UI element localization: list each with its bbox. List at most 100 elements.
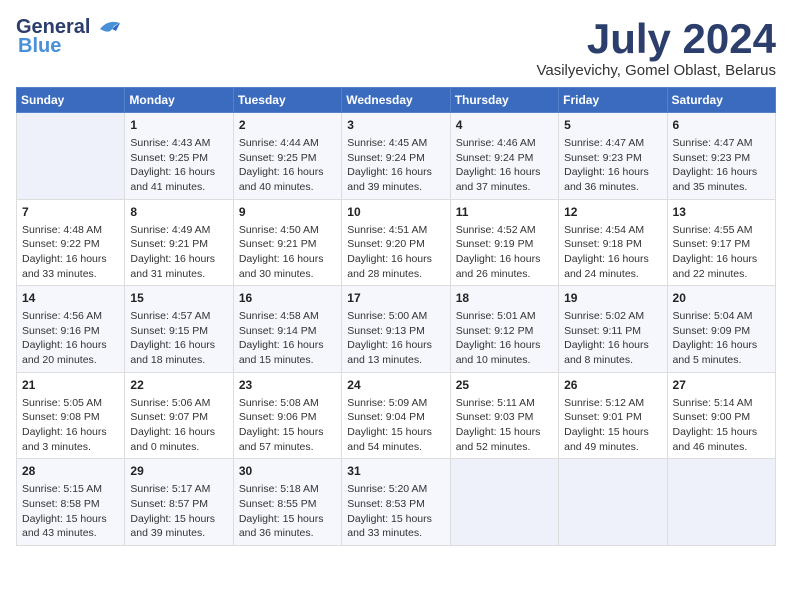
day-number: 15 [130,290,227,307]
calendar-cell: 24 Sunrise: 5:09 AM Sunset: 9:04 PM Dayli… [342,372,450,459]
day-info: Sunrise: 4:44 AM Sunset: 9:25 PM Dayligh… [239,136,336,195]
day-number: 20 [673,290,770,307]
day-number: 3 [347,117,444,134]
day-info: Sunrise: 5:18 AM Sunset: 8:55 PM Dayligh… [239,482,336,541]
calendar-cell: 8Sunrise: 4:49 AM Sunset: 9:21 PM Daylig… [125,199,233,286]
calendar-week-row: 21 Sunrise: 5:05 AM Sunset: 9:08 PM Dayli… [17,372,776,459]
calendar-cell: 10 Sunrise: 4:51 AM Sunset: 9:20 PM Dayli… [342,199,450,286]
calendar-cell: 13 Sunrise: 4:55 AM Sunset: 9:17 PM Dayli… [667,199,775,286]
day-number: 13 [673,204,770,221]
calendar-cell: 3 Sunrise: 4:45 AM Sunset: 9:24 PM Daylig… [342,113,450,200]
weekday-header-friday: Friday [559,88,667,113]
weekday-header-thursday: Thursday [450,88,558,113]
day-info: Sunrise: 4:49 AM Sunset: 9:21 PM Dayligh… [130,223,227,282]
calendar-cell: 4 Sunrise: 4:46 AM Sunset: 9:24 PM Daylig… [450,113,558,200]
day-number: 4 [456,117,553,134]
day-number: 28 [22,463,119,480]
day-number: 21 [22,377,119,394]
day-number: 17 [347,290,444,307]
calendar-cell: 25Sunrise: 5:11 AM Sunset: 9:03 PM Dayli… [450,372,558,459]
day-info: Sunrise: 4:56 AM Sunset: 9:16 PM Dayligh… [22,309,119,368]
day-number: 11 [456,204,553,221]
day-number: 26 [564,377,661,394]
day-number: 31 [347,463,444,480]
calendar-cell: 6 Sunrise: 4:47 AM Sunset: 9:23 PM Daylig… [667,113,775,200]
day-info: Sunrise: 4:51 AM Sunset: 9:20 PM Dayligh… [347,223,444,282]
calendar-week-row: 7Sunrise: 4:48 AM Sunset: 9:22 PM Daylig… [17,199,776,286]
day-number: 19 [564,290,661,307]
day-number: 10 [347,204,444,221]
weekday-header-monday: Monday [125,88,233,113]
day-info: Sunrise: 5:02 AM Sunset: 9:11 PM Dayligh… [564,309,661,368]
calendar-cell: 26 Sunrise: 5:12 AM Sunset: 9:01 PM Dayli… [559,372,667,459]
calendar-cell: 11 Sunrise: 4:52 AM Sunset: 9:19 PM Dayli… [450,199,558,286]
calendar-cell: 5Sunrise: 4:47 AM Sunset: 9:23 PM Daylig… [559,113,667,200]
day-info: Sunrise: 4:47 AM Sunset: 9:23 PM Dayligh… [673,136,770,195]
location: Vasilyevichy, Gomel Oblast, Belarus [536,62,776,79]
calendar-cell: 29Sunrise: 5:17 AM Sunset: 8:57 PM Dayli… [125,459,233,546]
calendar-cell [17,113,125,200]
day-info: Sunrise: 5:15 AM Sunset: 8:58 PM Dayligh… [22,482,119,541]
calendar-cell: 20Sunrise: 5:04 AM Sunset: 9:09 PM Dayli… [667,286,775,373]
calendar-cell: 17 Sunrise: 5:00 AM Sunset: 9:13 PM Dayli… [342,286,450,373]
day-info: Sunrise: 5:01 AM Sunset: 9:12 PM Dayligh… [456,309,553,368]
day-info: Sunrise: 5:06 AM Sunset: 9:07 PM Dayligh… [130,396,227,455]
day-info: Sunrise: 4:45 AM Sunset: 9:24 PM Dayligh… [347,136,444,195]
weekday-header-row: SundayMondayTuesdayWednesdayThursdayFrid… [17,88,776,113]
day-number: 23 [239,377,336,394]
day-info: Sunrise: 5:05 AM Sunset: 9:08 PM Dayligh… [22,396,119,455]
day-info: Sunrise: 4:57 AM Sunset: 9:15 PM Dayligh… [130,309,227,368]
calendar-cell: 27 Sunrise: 5:14 AM Sunset: 9:00 PM Dayli… [667,372,775,459]
calendar-week-row: 14 Sunrise: 4:56 AM Sunset: 9:16 PM Dayli… [17,286,776,373]
day-info: Sunrise: 4:48 AM Sunset: 9:22 PM Dayligh… [22,223,119,282]
calendar-cell: 19 Sunrise: 5:02 AM Sunset: 9:11 PM Dayli… [559,286,667,373]
title-area: July 2024 Vasilyevichy, Gomel Oblast, Be… [536,16,776,79]
day-info: Sunrise: 5:12 AM Sunset: 9:01 PM Dayligh… [564,396,661,455]
month-title: July 2024 [536,16,776,62]
day-number: 9 [239,204,336,221]
calendar-week-row: 1 Sunrise: 4:43 AM Sunset: 9:25 PM Daylig… [17,113,776,200]
calendar-cell: 28 Sunrise: 5:15 AM Sunset: 8:58 PM Dayli… [17,459,125,546]
page-header: General Blue July 2024 Vasilyevichy, Gom… [16,16,776,79]
weekday-header-sunday: Sunday [17,88,125,113]
calendar-cell: 18Sunrise: 5:01 AM Sunset: 9:12 PM Dayli… [450,286,558,373]
day-info: Sunrise: 4:43 AM Sunset: 9:25 PM Dayligh… [130,136,227,195]
day-info: Sunrise: 5:00 AM Sunset: 9:13 PM Dayligh… [347,309,444,368]
calendar-cell: 2 Sunrise: 4:44 AM Sunset: 9:25 PM Daylig… [233,113,341,200]
calendar-cell: 31 Sunrise: 5:20 AM Sunset: 8:53 PM Dayli… [342,459,450,546]
calendar-cell: 12Sunrise: 4:54 AM Sunset: 9:18 PM Dayli… [559,199,667,286]
day-number: 24 [347,377,444,394]
calendar-week-row: 28 Sunrise: 5:15 AM Sunset: 8:58 PM Dayli… [17,459,776,546]
weekday-header-tuesday: Tuesday [233,88,341,113]
day-info: Sunrise: 5:09 AM Sunset: 9:04 PM Dayligh… [347,396,444,455]
day-number: 14 [22,290,119,307]
day-number: 29 [130,463,227,480]
logo: General Blue [16,16,124,58]
logo-blue: Blue [18,35,61,58]
day-number: 12 [564,204,661,221]
calendar-cell [559,459,667,546]
calendar-cell [450,459,558,546]
day-number: 1 [130,117,227,134]
day-info: Sunrise: 5:20 AM Sunset: 8:53 PM Dayligh… [347,482,444,541]
calendar-cell: 16Sunrise: 4:58 AM Sunset: 9:14 PM Dayli… [233,286,341,373]
calendar-cell: 9Sunrise: 4:50 AM Sunset: 9:21 PM Daylig… [233,199,341,286]
day-number: 2 [239,117,336,134]
day-info: Sunrise: 5:14 AM Sunset: 9:00 PM Dayligh… [673,396,770,455]
day-info: Sunrise: 4:47 AM Sunset: 9:23 PM Dayligh… [564,136,661,195]
calendar-cell: 22Sunrise: 5:06 AM Sunset: 9:07 PM Dayli… [125,372,233,459]
weekday-header-wednesday: Wednesday [342,88,450,113]
calendar-cell: 15 Sunrise: 4:57 AM Sunset: 9:15 PM Dayli… [125,286,233,373]
day-info: Sunrise: 4:46 AM Sunset: 9:24 PM Dayligh… [456,136,553,195]
calendar-cell: 21 Sunrise: 5:05 AM Sunset: 9:08 PM Dayli… [17,372,125,459]
logo-bird-icon [92,17,124,39]
calendar-cell: 23Sunrise: 5:08 AM Sunset: 9:06 PM Dayli… [233,372,341,459]
day-number: 25 [456,377,553,394]
calendar-table: SundayMondayTuesdayWednesdayThursdayFrid… [16,87,776,546]
day-info: Sunrise: 4:55 AM Sunset: 9:17 PM Dayligh… [673,223,770,282]
calendar-cell: 14 Sunrise: 4:56 AM Sunset: 9:16 PM Dayli… [17,286,125,373]
weekday-header-saturday: Saturday [667,88,775,113]
day-info: Sunrise: 4:52 AM Sunset: 9:19 PM Dayligh… [456,223,553,282]
day-number: 27 [673,377,770,394]
day-number: 6 [673,117,770,134]
